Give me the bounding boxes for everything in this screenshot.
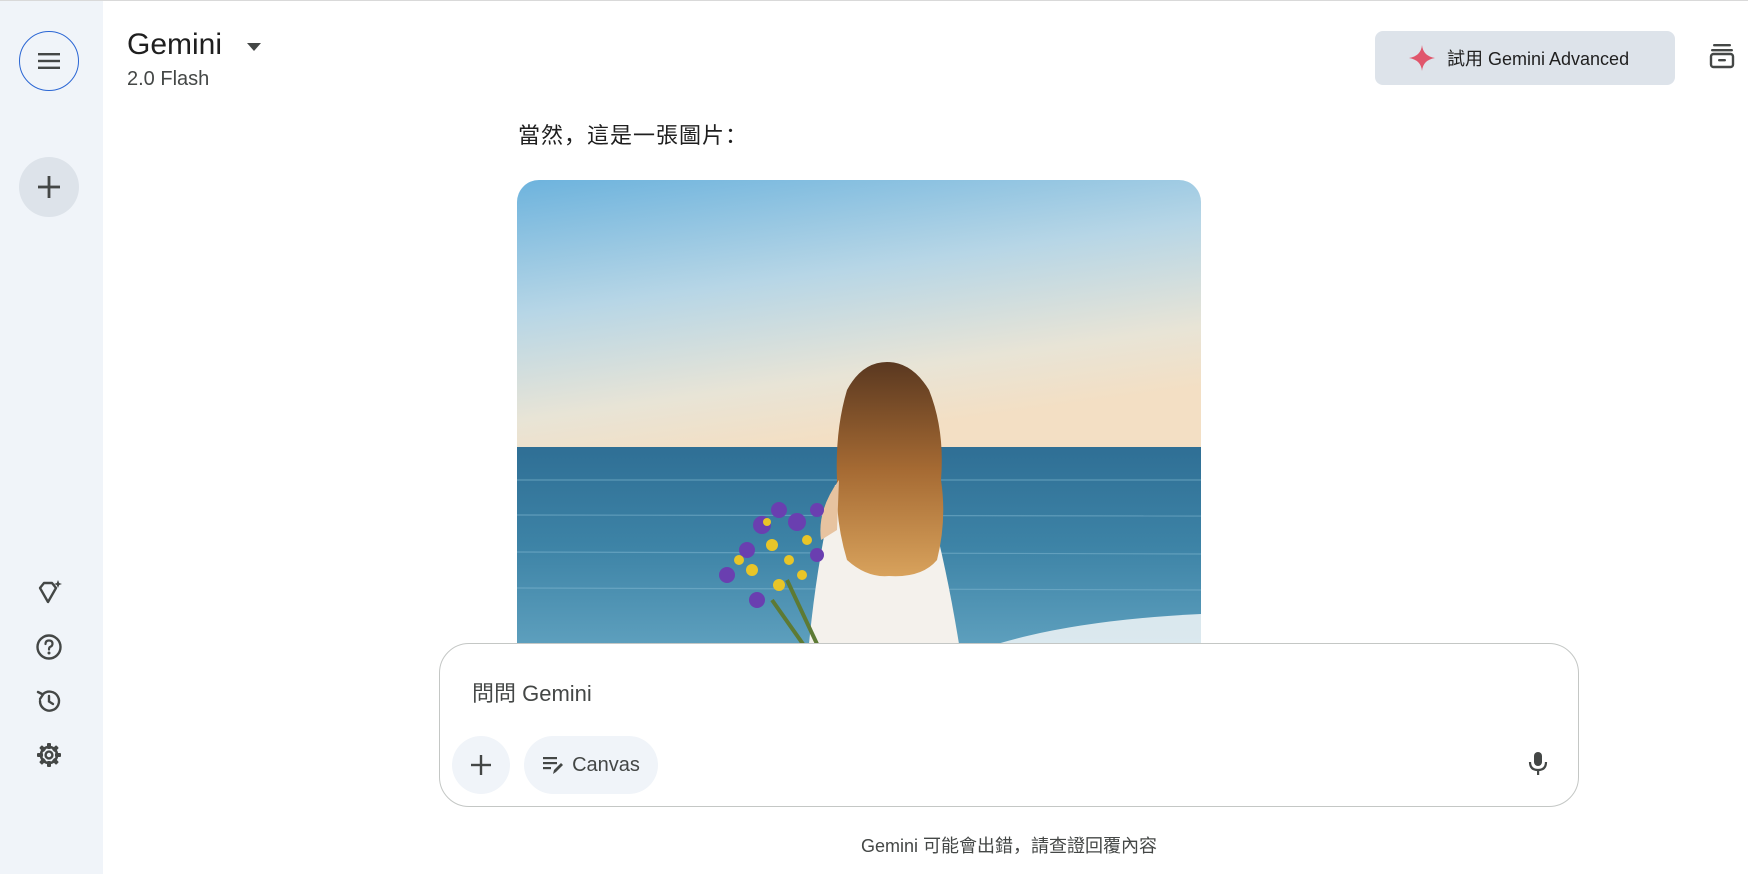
stack-icon [1709,44,1735,69]
caret-down-icon [247,43,261,51]
disclaimer-text: Gemini 可能會出錯，請查證回覆內容 [860,836,1157,856]
canvas-button[interactable]: Canvas [524,736,658,794]
new-chat-button[interactable] [19,157,79,217]
gem-icon [38,580,62,604]
generated-image[interactable] [517,180,1201,644]
temporary-chat-button[interactable] [1706,40,1738,72]
app-title[interactable]: Gemini [127,28,222,62]
model-dropdown-button[interactable] [245,38,263,56]
canvas-icon [543,757,564,774]
gem-manager-button[interactable] [29,573,69,613]
settings-icon [37,743,61,767]
canvas-label: Canvas [572,753,640,776]
history-icon [36,690,61,712]
menu-icon [38,53,60,69]
plus-icon [471,755,491,775]
beach-girl-image [517,180,1201,644]
top-divider [0,0,1748,1]
prompt-input[interactable]: 問問 Gemini [472,676,592,708]
main-menu-button[interactable] [19,31,79,91]
model-name[interactable]: 2.0 Flash [127,68,209,91]
response-text: 當然，這是一張圖片： [518,123,749,148]
help-button[interactable] [29,627,69,667]
settings-button[interactable] [29,735,69,775]
prompt-input-box[interactable]: 問問 Gemini Canvas [439,643,1579,807]
try-advanced-button[interactable]: 試用 Gemini Advanced [1375,31,1675,85]
microphone-button[interactable] [1518,744,1558,784]
upload-button[interactable] [452,736,510,794]
sidebar [0,1,103,874]
spark-icon [1409,45,1435,71]
plus-icon [38,176,60,198]
activity-button[interactable] [29,681,69,721]
try-advanced-label: 試用 Gemini Advanced [1447,49,1630,69]
help-icon [36,634,62,660]
microphone-icon [1528,752,1548,775]
